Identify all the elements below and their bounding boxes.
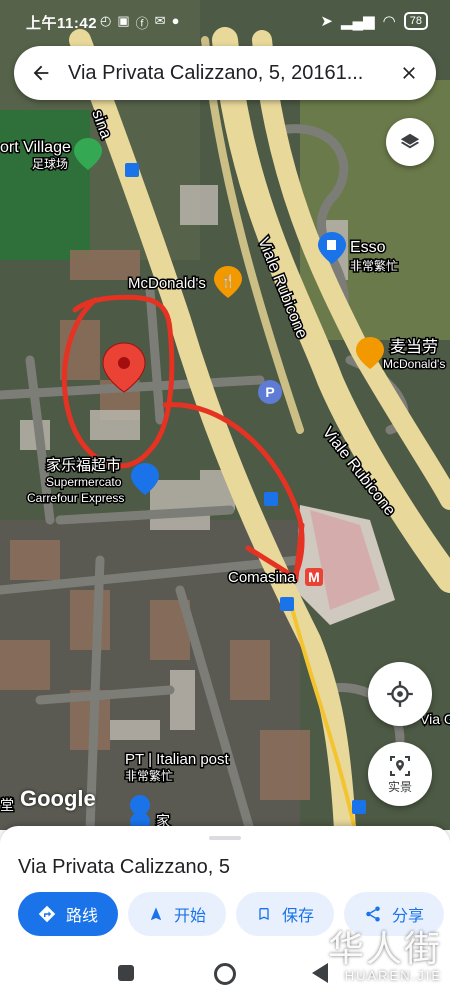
watermark-en: HUAREN.JIE: [344, 968, 442, 983]
app-icon: ▣: [117, 13, 130, 28]
mail-icon: ✉: [154, 13, 166, 28]
back-button[interactable]: [14, 46, 68, 100]
close-button[interactable]: [382, 46, 436, 100]
layers-button[interactable]: [386, 118, 434, 166]
label-supermarket-en: Carrefour Express: [27, 491, 124, 505]
notification-icons: ◴ ▣ ⓕ ✉ ●: [100, 13, 179, 32]
status-time: 上午11:42: [26, 15, 98, 32]
label-football-field: 足球场: [32, 157, 68, 171]
label-post-office: PT | Italian post: [125, 751, 230, 768]
bookmark-icon: [259, 908, 269, 920]
facebook-icon: ⓕ: [135, 16, 149, 31]
search-query[interactable]: Via Privata Calizzano, 5, 20161...: [68, 62, 382, 85]
label-supermarket-it: Supermercato: [46, 475, 122, 489]
status-right: ➤ ▂▄▆ ◠ 78: [320, 12, 428, 30]
label-sport-village: ort Village: [0, 139, 71, 156]
wifi-icon: ◠: [382, 13, 396, 30]
home-button[interactable]: [214, 963, 236, 985]
directions-label: 路线: [66, 908, 99, 925]
label-post-office-cn: 非常繁忙: [125, 768, 173, 783]
football-field: [0, 110, 90, 260]
label-esso: Esso: [350, 239, 386, 256]
signal-icon: ▂▄▆: [340, 13, 375, 30]
start-button[interactable]: 开始: [128, 892, 227, 936]
start-label: 开始: [174, 908, 207, 925]
watermark: 华人街 HUAREN.JIE: [328, 920, 442, 983]
save-label: 保存: [282, 908, 315, 925]
system-back-button[interactable]: [312, 963, 328, 983]
label-comasina: Comasina: [228, 569, 296, 586]
sheet-drag-handle[interactable]: [209, 836, 241, 840]
label-left-edge: 堂: [0, 797, 14, 813]
watermark-cn: 华人街: [327, 929, 442, 970]
parking-marker[interactable]: P: [258, 380, 282, 404]
google-logo: Google: [20, 786, 96, 811]
street-view-icon: [390, 755, 410, 776]
label-supermarket-cn: 家乐福超市: [46, 457, 121, 474]
save-button[interactable]: 保存: [236, 892, 335, 936]
battery-icon: 78: [403, 12, 428, 30]
label-mcdonalds-left: McDonald's: [128, 275, 206, 292]
navigation-arrow-icon: [151, 907, 162, 920]
svg-text:M: M: [308, 569, 320, 585]
notification-icon: ◴: [100, 13, 112, 28]
status-bar: 上午11:42 ◴ ▣ ⓕ ✉ ● ➤ ▂▄▆ ◠ 78: [0, 0, 450, 44]
close-icon: [403, 67, 415, 79]
street-view-label: 实景: [387, 779, 412, 794]
svg-text:🍴: 🍴: [221, 274, 236, 288]
label-esso-cn: 非常繁忙: [350, 258, 398, 273]
layers-icon: [400, 133, 420, 149]
street-view-button[interactable]: 实景: [368, 742, 432, 806]
svg-text:P: P: [265, 384, 274, 400]
metro-marker[interactable]: M: [305, 568, 323, 586]
crosshair-icon: [387, 681, 413, 707]
my-location-button[interactable]: [368, 662, 432, 726]
label-mcdonalds-cn: 麦当劳: [390, 338, 438, 356]
location-icon: ➤: [320, 13, 333, 30]
place-title: Via Privata Calizzano, 5: [18, 856, 230, 878]
app-badge-icon: ●: [171, 13, 180, 28]
label-mcdonalds-right: McDonald's: [383, 357, 445, 371]
directions-icon: [38, 905, 56, 923]
search-bar[interactable]: Via Privata Calizzano, 5, 20161...: [14, 46, 436, 100]
back-arrow-icon: [33, 65, 49, 81]
directions-button[interactable]: 路线: [18, 892, 119, 936]
recents-button[interactable]: [118, 965, 134, 981]
